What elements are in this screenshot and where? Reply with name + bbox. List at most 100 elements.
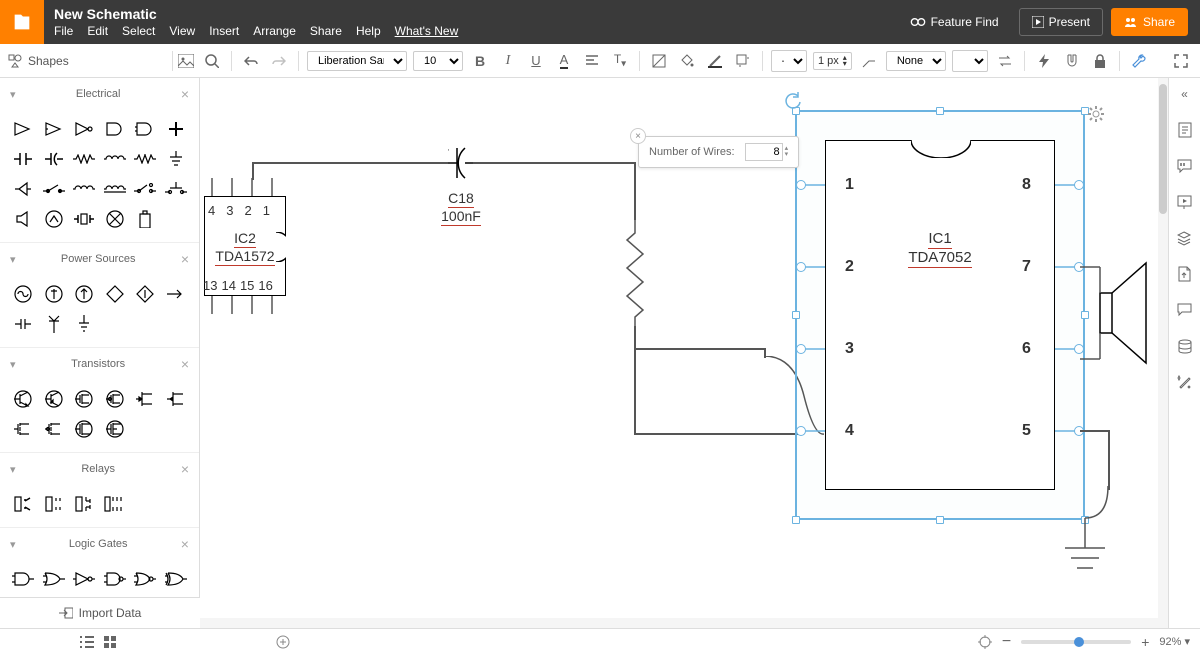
shape-gate-nand[interactable] bbox=[102, 566, 129, 592]
shape-spst[interactable] bbox=[132, 176, 159, 202]
bold-button[interactable]: B bbox=[469, 50, 491, 72]
align-button[interactable] bbox=[581, 50, 603, 72]
capacitor-c18[interactable]: + bbox=[448, 144, 474, 182]
zoom-level[interactable]: 92% ▾ bbox=[1159, 635, 1190, 648]
fill-color-button[interactable] bbox=[676, 50, 698, 72]
shape-pfet[interactable] bbox=[102, 386, 129, 412]
text-options-button[interactable]: T▾ bbox=[609, 50, 631, 72]
data-icon[interactable] bbox=[1175, 336, 1195, 356]
menu-share[interactable]: Share bbox=[310, 24, 342, 38]
menu-view[interactable]: View bbox=[169, 24, 195, 38]
shape-gate-nor[interactable] bbox=[132, 566, 159, 592]
category-logic[interactable]: Logic Gates× bbox=[0, 528, 199, 560]
gear-icon[interactable] bbox=[1088, 106, 1104, 122]
menu-whats-new[interactable]: What's New bbox=[395, 24, 459, 38]
speaker[interactable] bbox=[1080, 258, 1150, 368]
shape-arrow[interactable] bbox=[163, 281, 190, 307]
shape-source-dep[interactable] bbox=[102, 281, 129, 307]
underline-button[interactable]: U bbox=[525, 50, 547, 72]
shape-gnd2[interactable] bbox=[10, 311, 37, 337]
menu-arrange[interactable]: Arrange bbox=[253, 24, 296, 38]
shape-pnp[interactable] bbox=[41, 386, 68, 412]
shapes-label[interactable]: Shapes bbox=[28, 54, 69, 68]
comment-icon[interactable] bbox=[1175, 156, 1195, 176]
fullscreen-button[interactable] bbox=[1170, 50, 1192, 72]
shape-jfet2[interactable] bbox=[163, 386, 190, 412]
shape-plus[interactable] bbox=[163, 116, 190, 142]
magic-icon[interactable] bbox=[1175, 372, 1195, 392]
shape-crystal[interactable] bbox=[71, 206, 98, 232]
shape-resistor[interactable] bbox=[71, 146, 98, 172]
collapse-rail-icon[interactable]: « bbox=[1175, 84, 1195, 104]
menu-insert[interactable]: Insert bbox=[209, 24, 239, 38]
close-icon[interactable]: × bbox=[181, 356, 189, 372]
shape-coil2[interactable] bbox=[102, 176, 129, 202]
shape-battery[interactable] bbox=[132, 206, 159, 232]
close-icon[interactable]: × bbox=[181, 461, 189, 477]
line-style-select[interactable]: — bbox=[771, 50, 807, 72]
shape-relay4[interactable] bbox=[102, 491, 129, 517]
shape-gate-xor[interactable] bbox=[163, 566, 190, 592]
target-icon[interactable] bbox=[978, 635, 992, 649]
wires-count-input[interactable] bbox=[745, 143, 783, 161]
add-page-button[interactable] bbox=[276, 635, 290, 649]
shape-source-dep2[interactable] bbox=[132, 281, 159, 307]
share-button[interactable]: Share bbox=[1111, 8, 1188, 36]
shape-relay2[interactable] bbox=[41, 491, 68, 517]
italic-button[interactable]: I bbox=[497, 50, 519, 72]
shape-buffer2[interactable] bbox=[41, 116, 68, 142]
shape-mosfet3[interactable] bbox=[71, 416, 98, 442]
shape-source-ac[interactable] bbox=[10, 281, 37, 307]
shape-pushbutton[interactable] bbox=[163, 176, 190, 202]
shape-coil[interactable] bbox=[71, 176, 98, 202]
search-icon[interactable] bbox=[201, 50, 223, 72]
grid-view-icon[interactable] bbox=[104, 636, 116, 648]
close-icon[interactable]: × bbox=[181, 86, 189, 102]
shape-npn[interactable] bbox=[10, 386, 37, 412]
menu-file[interactable]: File bbox=[54, 24, 73, 38]
resistor[interactable] bbox=[625, 218, 645, 328]
font-size-select[interactable]: 10 pt bbox=[413, 51, 463, 71]
shape-relay3[interactable] bbox=[71, 491, 98, 517]
page-icon[interactable] bbox=[1175, 264, 1195, 284]
shape-speaker[interactable] bbox=[10, 206, 37, 232]
ground[interactable] bbox=[1060, 518, 1110, 578]
layers-icon[interactable] bbox=[1175, 228, 1195, 248]
menu-edit[interactable]: Edit bbox=[87, 24, 108, 38]
document-title[interactable]: New Schematic bbox=[54, 6, 888, 22]
category-electrical[interactable]: Electrical× bbox=[0, 78, 199, 110]
shape-mosfet2[interactable] bbox=[41, 416, 68, 442]
shape-options-button[interactable] bbox=[732, 50, 754, 72]
lock-icon[interactable] bbox=[1089, 50, 1111, 72]
shape-and2[interactable] bbox=[132, 116, 159, 142]
magnet-icon[interactable] bbox=[1061, 50, 1083, 72]
shape-cap-pol[interactable] bbox=[41, 146, 68, 172]
image-icon[interactable] bbox=[175, 50, 197, 72]
shape-switch[interactable] bbox=[41, 176, 68, 202]
shape-gate-not[interactable] bbox=[71, 566, 98, 592]
category-relays[interactable]: Relays× bbox=[0, 453, 199, 485]
shape-diode[interactable] bbox=[10, 176, 37, 202]
redo-button[interactable] bbox=[268, 50, 290, 72]
shape-vcc[interactable] bbox=[41, 311, 68, 337]
scrollbar-vertical[interactable] bbox=[1158, 78, 1168, 628]
undo-button[interactable] bbox=[240, 50, 262, 72]
close-icon[interactable]: × bbox=[181, 251, 189, 267]
shape-mosfet4[interactable] bbox=[102, 416, 129, 442]
shape-gate-or[interactable] bbox=[41, 566, 68, 592]
shape-gate-and[interactable] bbox=[10, 566, 37, 592]
zoom-out-button[interactable]: − bbox=[1002, 633, 1011, 651]
menu-select[interactable]: Select bbox=[122, 24, 155, 38]
scrollbar-horizontal[interactable] bbox=[200, 618, 1158, 628]
shape-ground[interactable] bbox=[163, 146, 190, 172]
app-logo[interactable] bbox=[0, 0, 44, 44]
zoom-in-button[interactable]: + bbox=[1141, 634, 1149, 650]
popup-close-button[interactable]: × bbox=[630, 128, 646, 144]
notes-icon[interactable] bbox=[1175, 120, 1195, 140]
category-power[interactable]: Power Sources× bbox=[0, 243, 199, 275]
shape-source-dc[interactable] bbox=[41, 281, 68, 307]
shape-inductor[interactable] bbox=[102, 146, 129, 172]
fill-none-icon[interactable] bbox=[648, 50, 670, 72]
shape-meter[interactable] bbox=[41, 206, 68, 232]
chat-icon[interactable] bbox=[1175, 300, 1195, 320]
